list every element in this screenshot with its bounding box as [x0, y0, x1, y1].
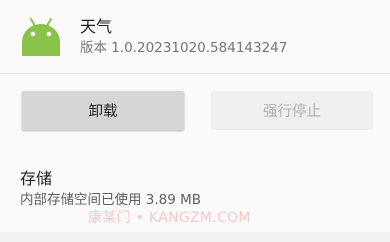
storage-title: 存储 [20, 169, 53, 188]
force-stop-button: 强行停止 [211, 91, 373, 130]
android-robot-icon [22, 18, 60, 56]
uninstall-button[interactable]: 卸载 [22, 91, 184, 130]
watermark: 康某门 • KANGZM.COM [88, 210, 251, 226]
app-version: 版本 1.0.20231020.584143247 [80, 40, 288, 56]
app-header: 天气 版本 1.0.20231020.584143247 [0, 0, 390, 80]
header-divider [0, 73, 390, 74]
app-name: 天气 [80, 17, 113, 36]
bottom-strip [0, 232, 390, 242]
